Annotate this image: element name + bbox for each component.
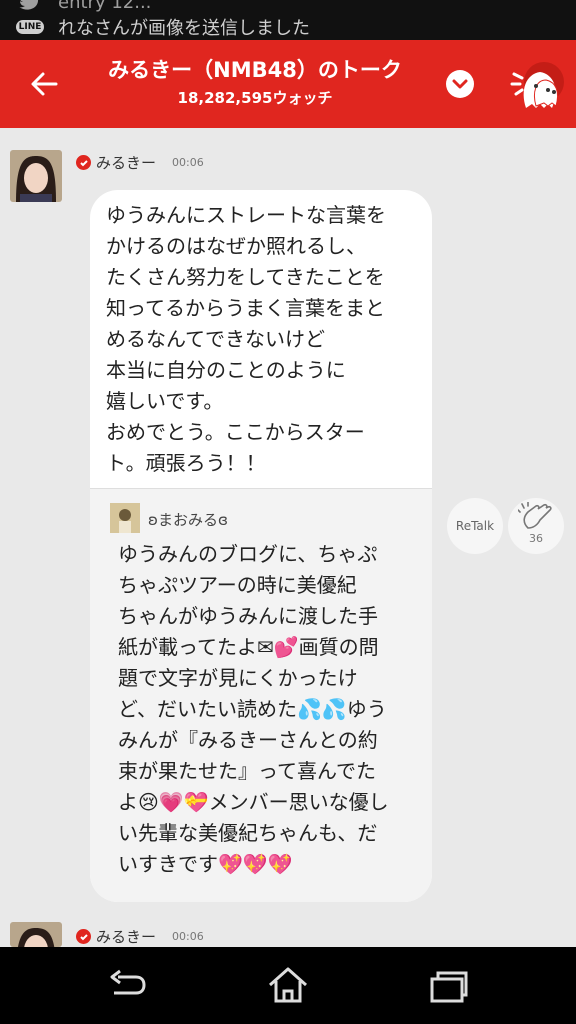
- message-time: 00:06: [172, 930, 204, 943]
- verified-check-icon: [76, 155, 91, 170]
- nav-home-icon: [269, 967, 307, 1003]
- verified-check-icon: [76, 929, 91, 944]
- avatar[interactable]: [10, 922, 62, 947]
- nav-home-button[interactable]: [266, 965, 310, 1005]
- quoted-message[interactable]: ʚまおみるɞ ゆうみんのブログに、ちゃぷ ちゃぷツアーの時に美優紀 ちゃんがゆう…: [90, 488, 432, 902]
- message-meta: みるきー 00:06: [76, 152, 204, 173]
- message-time: 00:06: [172, 156, 204, 169]
- nav-recents-button[interactable]: [426, 965, 470, 1005]
- retalk-button[interactable]: ReTalk: [447, 498, 503, 554]
- back-button[interactable]: [26, 66, 62, 102]
- nav-bar: [0, 947, 576, 1024]
- avatar-photo: [10, 922, 62, 947]
- nav-back-button[interactable]: [104, 965, 148, 1005]
- clap-count: 36: [529, 532, 543, 545]
- nav-back-icon: [110, 969, 146, 995]
- clap-icon: [518, 502, 552, 529]
- avatar[interactable]: [10, 150, 62, 202]
- notification-row[interactable]: LINE れなさんが画像を送信しました: [15, 14, 310, 40]
- watch-count: 18,282,595ウォッチ: [177, 89, 333, 107]
- quote-text: ゆうみんのブログに、ちゃぷ ちゃぷツアーの時に美優紀 ちゃんがゆうみんに渡した手…: [118, 542, 389, 876]
- notification-text: れなさんが画像を送信しました: [58, 18, 310, 39]
- ghost-mascot-icon: [510, 62, 564, 108]
- message-text: ゆうみんにストレートな言葉を かけるのはなぜか照れるし、 たくさん努力をしてきた…: [106, 203, 386, 475]
- dropdown-button[interactable]: [446, 70, 474, 98]
- mascot-button[interactable]: [508, 60, 564, 112]
- quote-avatar[interactable]: [110, 503, 140, 533]
- app-header: みるきー（NMB48）のトーク 18,282,595ウォッチ: [0, 40, 576, 128]
- line-icon: LINE: [15, 17, 45, 37]
- sender-name: みるきー: [96, 928, 157, 946]
- quote-avatar-photo: [110, 503, 140, 533]
- line-badge: LINE: [15, 20, 45, 34]
- message-bubble[interactable]: ゆうみんにストレートな言葉を かけるのはなぜか照れるし、 たくさん努力をしてきた…: [90, 190, 432, 902]
- twitter-icon: [18, 0, 42, 13]
- avatar-photo: [10, 150, 62, 202]
- notification-text: entry 12...: [58, 0, 152, 13]
- clap-button[interactable]: 36: [508, 498, 564, 554]
- page-title: みるきー（NMB48）のトーク: [108, 58, 402, 82]
- arrow-left-icon: [31, 72, 58, 96]
- nav-recents-icon: [430, 971, 468, 1003]
- sender-name: みるきー: [96, 154, 157, 172]
- message-meta: みるきー 00:06: [76, 926, 204, 947]
- quote-author-name: ʚまおみるɞ: [148, 511, 228, 529]
- status-bar: entry 12... LINE れなさんが画像を送信しました: [0, 0, 576, 40]
- notification-row[interactable]: entry 12...: [18, 0, 151, 13]
- chevron-down-icon: [452, 79, 468, 89]
